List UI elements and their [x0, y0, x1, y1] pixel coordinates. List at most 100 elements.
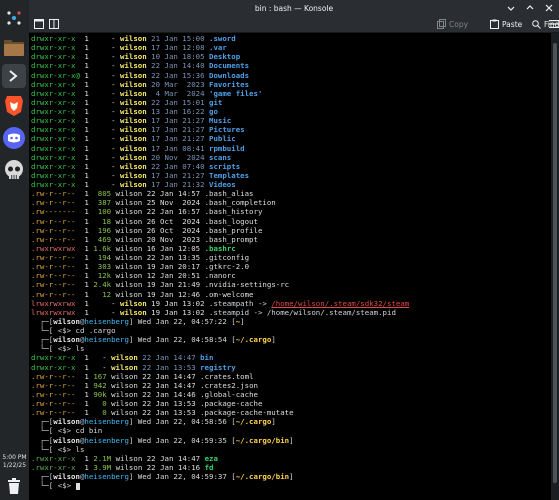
terminal-segment: .rw-------: [31, 207, 76, 217]
terminal-segment: scripts: [209, 161, 241, 171]
terminal-segment: wilson 22 Jan 14:57: [111, 189, 205, 199]
minimize-icon[interactable]: [506, 3, 515, 12]
terminal-segment: .rw-r--r--: [31, 198, 76, 208]
terminal-segment: 22 Jan 14:47: [137, 353, 201, 363]
terminal-line: drwxr-xr-x 1 - wilson 4 Mar 2024 'game f…: [31, 89, 551, 98]
terminal-segment: 22 Jan 15:01: [146, 97, 209, 107]
scrollbar[interactable]: [551, 33, 559, 500]
paste-button[interactable]: Paste: [490, 18, 522, 30]
terminal-segment: .rw-r--r--: [31, 389, 76, 399]
taskbar: 5:00 PM 1/22/25: [0, 0, 30, 500]
terminal-output[interactable]: drwxr-xr-x 1 - wilson 21 Jan 15:00 .swor…: [29, 33, 551, 500]
terminal-segment: 1: [75, 289, 103, 299]
terminal-segment: wilson 19 Jan 20:17: [111, 262, 205, 272]
terminal-segment: .rw-r--r--: [31, 371, 76, 381]
terminal-segment: .var: [209, 43, 227, 53]
terminal-segment: 17 Jan 21:27: [146, 170, 209, 180]
terminal-segment: 1 -: [75, 43, 120, 53]
terminal-segment: 1 -: [75, 353, 112, 363]
clock[interactable]: 5:00 PM 1/22/25: [0, 454, 29, 470]
terminal-segment: 18: [102, 216, 112, 226]
maximize-icon[interactable]: [525, 3, 534, 12]
terminal-segment: wilson: [120, 34, 147, 43]
terminal-segment: 1: [75, 198, 98, 208]
terminal-segment: 1: [75, 207, 98, 217]
terminal-segment: 1: [75, 453, 94, 463]
terminal-segment: drwxr-xr-x: [31, 52, 76, 62]
terminal-segment: wilson 20 Nov 2023: [111, 234, 205, 244]
terminal-segment: 1: [75, 253, 98, 262]
trash-icon[interactable]: [2, 474, 26, 498]
terminal-segment: 942: [93, 380, 107, 390]
hamburger-menu-icon[interactable]: [549, 18, 559, 30]
terminal-segment: ]: [289, 435, 294, 445]
terminal-segment: 1 -: [75, 52, 120, 62]
copy-button[interactable]: Copy: [437, 18, 468, 30]
terminal-line: drwxr-xr-x 1 - wilson 22 Jan 14:40 Docum…: [31, 61, 551, 70]
terminal-segment: .nvidia-settings-rc: [204, 280, 290, 290]
terminal-segment: drwxr-xr-x: [31, 34, 76, 43]
terminal-segment: ┌─[: [31, 316, 54, 326]
brave-browser-icon[interactable]: [2, 94, 26, 118]
terminal-line: drwxr-xr-x 1 - wilson 20 Mar 2023 Favori…: [31, 80, 551, 89]
split-view-icon[interactable]: [49, 19, 59, 29]
terminal-segment: wilson: [120, 79, 147, 89]
terminal-segment: 1 -: [75, 180, 120, 189]
terminal-segment: ~/.cargo/bin: [235, 435, 290, 445]
kde-launcher-icon[interactable]: [2, 6, 26, 30]
window-titlebar[interactable]: bin : bash — Konsole: [29, 0, 559, 16]
terminal-line: drwxr-xr-x 1 - wilson 17 Jan 21:27 Templ…: [31, 171, 551, 180]
terminal-segment: .rw-r--r--: [31, 262, 76, 272]
terminal-line: drwxr-xr-x 1 - wilson 17 Jan 08:41 rpmbu…: [31, 144, 551, 153]
terminal-segment: 1 -: [75, 125, 120, 135]
terminal-segment: 1 -: [75, 34, 120, 43]
terminal-segment: wilson 22 Jan 14:16: [111, 462, 205, 472]
terminal-segment: .rwxrwxrwx: [31, 243, 76, 253]
terminal-line: drwxr-xr-x 1 - wilson 22 Jan 13:53 regis…: [31, 363, 551, 372]
terminal-segment: drwxr-xr-x: [31, 362, 76, 372]
terminal-line: .rw-r--r-- 1 18 wilson 26 Oct 2024 .bash…: [31, 217, 551, 226]
terminal-segment: 21 Jan 15:00: [146, 34, 209, 43]
terminal-segment: wilson: [120, 298, 147, 308]
new-tab-icon[interactable]: [34, 19, 44, 29]
terminal-segment: 100: [97, 207, 112, 217]
terminal-segment: .gtkrc-2.0: [204, 262, 250, 272]
terminal-segment: 1 -: [75, 307, 120, 317]
terminal-segment: drwxr-xr-x: [31, 79, 76, 89]
terminal-segment: .crates.toml: [200, 371, 254, 381]
terminal-segment: drwxr-xr-x: [31, 125, 76, 135]
terminal-segment: 1: [75, 262, 98, 272]
copy-label: Copy: [449, 19, 469, 29]
folder-icon[interactable]: [2, 36, 26, 60]
terminal-line: .rwxrwxrwx 1 1.6k wilson 16 Jan 12:05 .b…: [31, 244, 551, 253]
terminal-segment: .rw-r--r--: [31, 225, 76, 235]
terminal-segment: wilson 25 Nov 2024: [111, 198, 205, 208]
terminal-segment: 4 Mar 2024: [146, 88, 209, 98]
terminal-line: .rw-r--r-- 1 303 wilson 19 Jan 20:17 .gt…: [31, 262, 551, 271]
terminal-segment: ┌─[: [31, 417, 54, 427]
terminal-segment: .rwxr-xr-x: [31, 453, 76, 463]
terminal-segment: 10 Jan 18:05: [146, 52, 209, 62]
terminal-segment: wilson: [120, 134, 147, 144]
scrollbar-thumb[interactable]: [553, 43, 557, 483]
terminal-line: ┌─[wilson@heisenberg] Wed Jan 22, 04:58:…: [31, 417, 551, 426]
terminal-segment: wilson 22 Jan 14:47: [111, 453, 205, 463]
terminal-segment: wilson: [53, 417, 80, 427]
terminal-segment: 1: [75, 280, 94, 290]
terminal-segment: 2.4k: [93, 280, 112, 290]
close-icon[interactable]: [544, 3, 553, 12]
discord-icon[interactable]: [2, 126, 26, 150]
terminal-segment: 1: [75, 371, 94, 381]
terminal-segment: .nanorc: [204, 271, 236, 281]
terminal-segment: /home/wilson/.steam/sdk32/steam: [271, 298, 410, 308]
terminal-segment: ┌─[: [31, 335, 54, 345]
terminal-segment: lrwxrwxrwx: [31, 298, 76, 308]
terminal-segment: .rw-r--r--: [31, 234, 76, 244]
terminal-line: .rw-r--r-- 1 805 wilson 22 Jan 14:57 .ba…: [31, 189, 551, 198]
terminal-segment: .rw-r--r--: [31, 399, 76, 408]
terminal-icon[interactable]: [2, 64, 26, 88]
terminal-segment: wilson: [120, 70, 147, 80]
terminal-segment: drwxr-xr-x: [31, 88, 76, 98]
skull-app-icon[interactable]: [2, 158, 26, 182]
terminal-segment: wilson: [120, 61, 147, 71]
